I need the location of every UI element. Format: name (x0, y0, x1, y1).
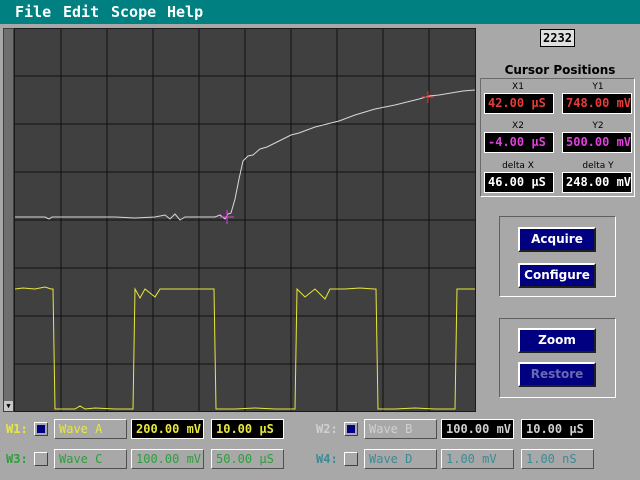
scope-traces (15, 29, 475, 411)
x2-value: -4.00 µS (484, 132, 554, 153)
y2-label: Y2 (592, 121, 604, 131)
scope-display[interactable] (14, 28, 476, 412)
x1-label: X1 (512, 82, 524, 92)
delta-y-value: 248.00 mV (562, 172, 632, 193)
w4-checkbox[interactable] (344, 452, 358, 466)
w3-time[interactable]: 50.00 µS (211, 449, 284, 469)
w2-checkbox[interactable] (344, 422, 358, 436)
w3-label: W3: (6, 452, 28, 466)
w4-time[interactable]: 1.00 nS (521, 449, 594, 469)
menu-help[interactable]: Help (167, 3, 203, 21)
cursor-panel: X1 Y1 42.00 µS 748.00 mV X2 Y2 -4.00 µS … (480, 78, 635, 197)
trigger-counter: 2232 (540, 29, 575, 47)
acquire-button[interactable]: Acquire (518, 227, 596, 252)
configure-button[interactable]: Configure (518, 263, 596, 288)
w1-checkbox[interactable] (34, 422, 48, 436)
w1-label: W1: (6, 422, 28, 436)
w1-time[interactable]: 10.00 µS (211, 419, 284, 439)
w2-time[interactable]: 10.00 µS (521, 419, 594, 439)
x1-value: 42.00 µS (484, 93, 554, 114)
vertical-scrollbar[interactable]: ▼ (3, 28, 14, 412)
cursor-panel-title: Cursor Positions (504, 63, 616, 77)
y1-value: 748.00 mV (562, 93, 632, 114)
cursor-2-marker (220, 210, 234, 224)
menu-scope[interactable]: Scope (111, 3, 156, 21)
w1-volts[interactable]: 200.00 mV (131, 419, 204, 439)
w3-volts[interactable]: 100.00 mV (131, 449, 204, 469)
w4-label: W4: (316, 452, 338, 466)
w3-checkbox[interactable] (34, 452, 48, 466)
y1-label: Y1 (592, 82, 604, 92)
down-arrow-icon[interactable]: ▼ (4, 401, 13, 411)
menu-file[interactable]: File (15, 3, 51, 21)
restore-button[interactable]: Restore (518, 362, 596, 387)
delta-x-value: 46.00 µS (484, 172, 554, 193)
x2-label: X2 (512, 121, 524, 131)
y2-value: 500.00 mV (562, 132, 632, 153)
delta-y-label: delta Y (582, 161, 614, 171)
w1-name[interactable]: Wave A (54, 419, 127, 439)
w2-name[interactable]: Wave B (364, 419, 437, 439)
menu-bar: File Edit Scope Help (0, 0, 640, 24)
w4-name[interactable]: Wave D (364, 449, 437, 469)
menu-edit[interactable]: Edit (63, 3, 99, 21)
w3-name[interactable]: Wave C (54, 449, 127, 469)
scope-grid (15, 29, 475, 411)
delta-x-label: delta X (502, 161, 534, 171)
w2-volts[interactable]: 100.00 mV (441, 419, 514, 439)
w4-volts[interactable]: 1.00 mV (441, 449, 514, 469)
cursor-1-marker (422, 91, 434, 103)
zoom-button[interactable]: Zoom (518, 328, 596, 353)
w2-label: W2: (316, 422, 338, 436)
